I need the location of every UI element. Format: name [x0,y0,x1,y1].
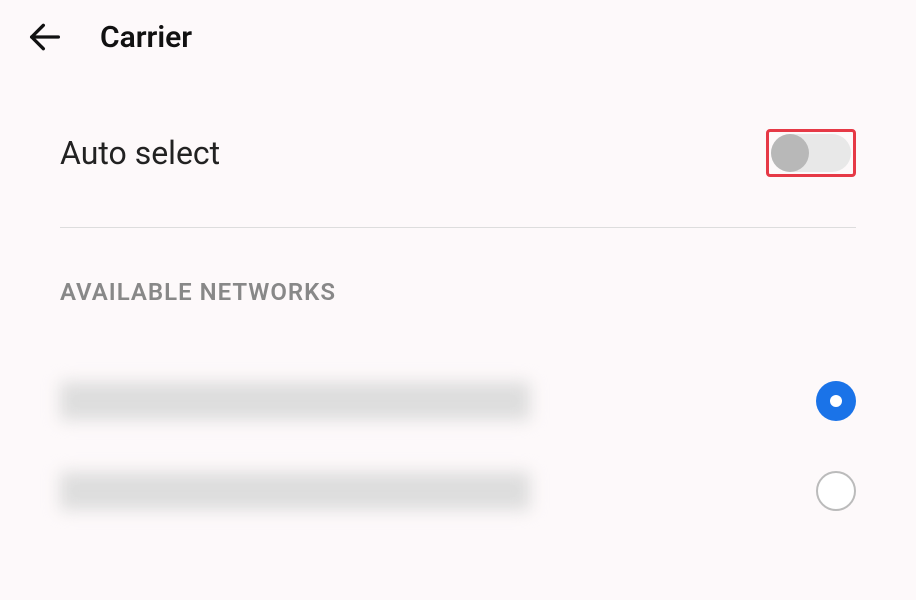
toggle-highlight-box [766,129,856,177]
page-title: Carrier [100,20,192,55]
toggle-knob [771,134,809,172]
back-button[interactable] [20,12,70,62]
network-name-redacted [60,382,530,420]
network-radio-unselected[interactable] [816,471,856,511]
network-name-redacted [60,472,530,510]
auto-select-row: Auto select [60,74,856,227]
divider [60,227,856,228]
network-item[interactable] [60,356,856,446]
auto-select-label: Auto select [60,134,220,172]
available-networks-header: AVAILABLE NETWORKS [60,278,856,306]
network-item[interactable] [60,446,856,536]
radio-inner-dot [830,395,842,407]
back-arrow-icon [25,17,65,57]
auto-select-toggle[interactable] [771,134,851,172]
network-radio-selected[interactable] [816,381,856,421]
